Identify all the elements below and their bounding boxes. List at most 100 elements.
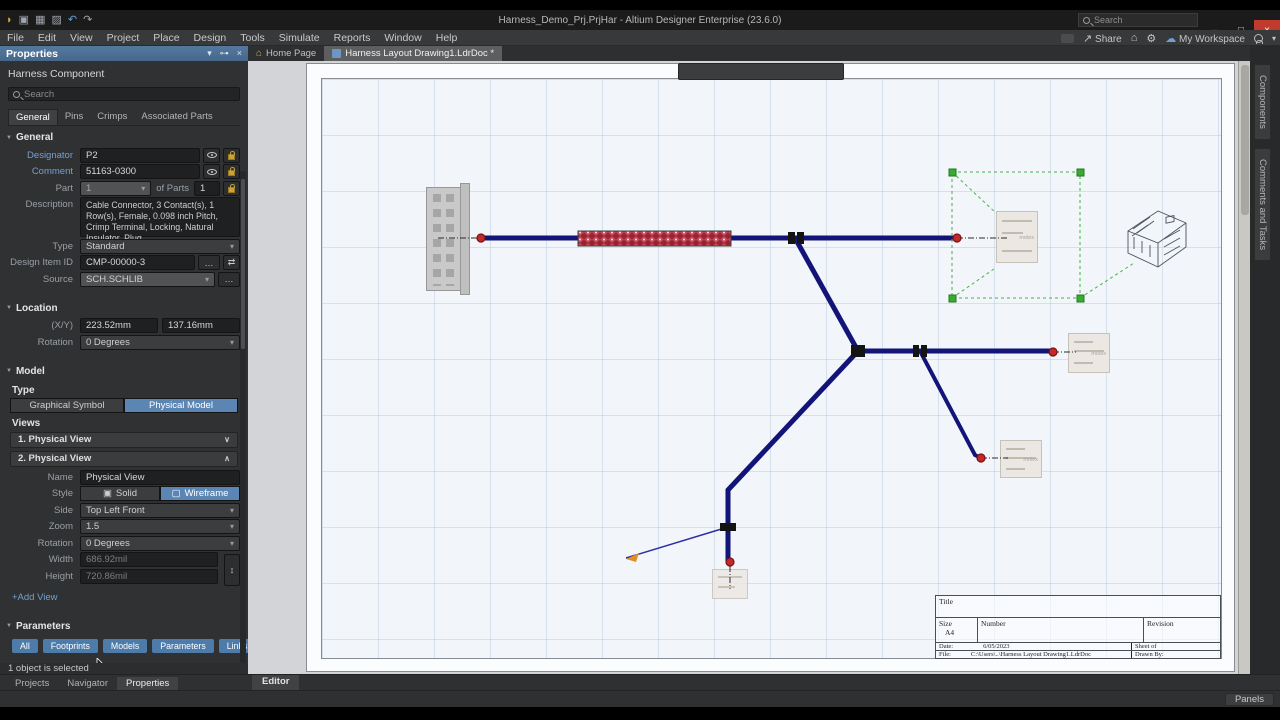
properties-scrollbar[interactable] <box>240 171 246 663</box>
properties-tab-crimps[interactable]: Crimps <box>90 109 134 125</box>
canvas-vertical-scrollbar[interactable] <box>1238 61 1250 674</box>
menu-simulate[interactable]: Simulate <box>272 30 327 46</box>
menu-help[interactable]: Help <box>429 30 465 46</box>
open-icon[interactable]: ▨ <box>51 11 61 29</box>
menu-tools[interactable]: Tools <box>233 30 272 46</box>
section-general[interactable]: ▼General <box>0 126 248 146</box>
y-input[interactable]: 137.16mm <box>162 318 240 333</box>
model-type-segment: Graphical Symbol Physical Model <box>10 398 238 413</box>
editor-tab[interactable]: Editor <box>252 675 299 691</box>
comments-icon[interactable] <box>1061 34 1074 43</box>
save-icon[interactable]: ▣ <box>19 11 29 29</box>
view1-header[interactable]: 1. Physical View ∨ <box>10 432 238 448</box>
comment-lock-button[interactable] <box>223 164 240 179</box>
quick-access-toolbar: ◗ ▣ ▦ ▨ ↶ ↷ <box>0 11 92 29</box>
menu-reports[interactable]: Reports <box>327 30 378 46</box>
panel-tab-projects[interactable]: Projects <box>6 677 58 690</box>
gear-icon[interactable]: ⚙ <box>1146 32 1156 45</box>
titleblock-title: Title <box>935 595 1221 618</box>
menu-design[interactable]: Design <box>187 30 234 46</box>
view-height-input[interactable]: 720.86mil <box>80 569 218 584</box>
style-solid-button[interactable]: ▣Solid <box>80 486 160 501</box>
menu-edit[interactable]: Edit <box>31 30 63 46</box>
connector-p5[interactable] <box>712 569 748 599</box>
menu-window[interactable]: Window <box>377 30 428 46</box>
design-item-id-input[interactable]: CMP-00000-3 <box>80 255 195 270</box>
description-input[interactable]: Cable Connector, 3 Contact(s), 1 Row(s),… <box>80 197 240 237</box>
menu-file[interactable]: File <box>0 30 31 46</box>
drawing-canvas[interactable]: molex molex molex Title SizeA4 Number R <box>248 61 1238 674</box>
right-tab-components[interactable]: Components <box>1254 64 1271 140</box>
view2-header[interactable]: 2. Physical View ∧ <box>10 451 238 467</box>
view-side-select[interactable]: Top Left Front▾ <box>80 503 240 518</box>
designator-lock-button[interactable] <box>223 148 240 163</box>
designator-visibility-button[interactable] <box>203 148 220 163</box>
user-icon[interactable] <box>1254 34 1263 43</box>
section-location[interactable]: ▼Location <box>0 297 248 317</box>
connector-p3[interactable]: molex <box>1068 333 1110 373</box>
menu-view[interactable]: View <box>63 30 100 46</box>
rotation-select[interactable]: 0 Degrees▾ <box>80 335 240 350</box>
menu-project[interactable]: Project <box>100 30 147 46</box>
menu-place[interactable]: Place <box>146 30 186 46</box>
size-link-toggle[interactable]: ↕ <box>224 554 240 586</box>
view-name-input[interactable]: Physical View <box>80 470 240 485</box>
properties-tab-associated-parts[interactable]: Associated Parts <box>134 109 219 125</box>
save-all-icon[interactable]: ▦ <box>35 11 45 29</box>
tab-harness-layout-drawing[interactable]: Harness Layout Drawing1.LdrDoc * <box>324 46 502 61</box>
designator-input[interactable]: P2 <box>80 148 200 163</box>
source-browse-button[interactable]: … <box>218 272 240 287</box>
source-select[interactable]: SCH.SCHLIB▾ <box>80 272 215 287</box>
comment-input[interactable]: 51163-0300 <box>80 164 200 179</box>
share-button[interactable]: ↗ Share <box>1083 32 1122 45</box>
home-icon[interactable]: ⌂ <box>1131 32 1138 44</box>
user-caret-icon[interactable]: ▾ <box>1272 34 1276 43</box>
of-parts-input[interactable]: 1 <box>194 181 220 196</box>
type-select[interactable]: Standard▾ <box>80 239 240 254</box>
panel-tab-navigator[interactable]: Navigator <box>58 677 117 690</box>
x-input[interactable]: 223.52mm <box>80 318 158 333</box>
undo-icon[interactable]: ↶ <box>68 11 77 29</box>
global-search[interactable]: Search <box>1078 13 1198 27</box>
section-model[interactable]: ▼Model <box>0 360 248 380</box>
tab-home-page[interactable]: ⌂ Home Page <box>248 46 324 61</box>
part-lock-button[interactable] <box>223 181 240 196</box>
graphical-symbol-button[interactable]: Graphical Symbol <box>10 398 124 413</box>
properties-tab-general[interactable]: General <box>8 109 58 125</box>
comment-visibility-button[interactable] <box>203 164 220 179</box>
view-rotation-select[interactable]: 0 Degrees▾ <box>80 536 240 551</box>
titleblock-file: C:\Users\..\Harness Layout Drawing1.LdrD… <box>968 651 1131 658</box>
filter-all[interactable]: All <box>12 639 38 653</box>
physical-model-button[interactable]: Physical Model <box>124 398 238 413</box>
wireframe-3d-model[interactable] <box>1120 203 1192 271</box>
scrollbar-thumb[interactable] <box>1241 65 1249 215</box>
right-tab-comments-and-tasks[interactable]: Comments and Tasks <box>1254 148 1271 261</box>
scrollbar-thumb[interactable] <box>241 179 245 349</box>
filter-models[interactable]: Models <box>103 639 147 653</box>
filter-footprints[interactable]: Footprints <box>43 639 98 653</box>
redo-icon[interactable]: ↷ <box>83 11 92 29</box>
connector-p1[interactable] <box>426 187 462 291</box>
filter-parameters[interactable]: Parameters <box>152 639 213 653</box>
properties-panel-header[interactable]: Properties ▾ ⊶ × <box>0 46 248 61</box>
my-workspace-button[interactable]: ☁ My Workspace <box>1165 32 1245 45</box>
bottom-bar: Panels <box>0 690 1280 707</box>
part-select[interactable]: 1▾ <box>80 181 151 196</box>
panel-tab-properties[interactable]: Properties <box>117 677 178 690</box>
panel-caret-icon[interactable]: ▾ <box>207 48 212 59</box>
style-wireframe-button[interactable]: ▢Wireframe <box>160 486 240 501</box>
panel-close-icon[interactable]: × <box>237 48 242 59</box>
add-view-link[interactable]: +Add View <box>12 592 248 603</box>
connector-p2[interactable]: molex <box>996 211 1038 263</box>
panel-pin-icon[interactable]: ⊶ <box>220 48 229 59</box>
connector-p4[interactable]: molex <box>1000 440 1042 478</box>
panels-button[interactable]: Panels <box>1225 693 1274 706</box>
design-item-id-swap-button[interactable]: ⇄ <box>223 255 240 270</box>
properties-search[interactable]: Search <box>8 87 240 101</box>
view-width-input[interactable]: 686.92mil <box>80 552 218 567</box>
letterbox-bottom <box>0 707 1280 720</box>
design-item-id-browse-button[interactable]: … <box>198 255 220 270</box>
properties-tab-pins[interactable]: Pins <box>58 109 90 125</box>
section-parameters[interactable]: ▼Parameters <box>0 615 248 635</box>
view-zoom-select[interactable]: 1.5▾ <box>80 519 240 534</box>
